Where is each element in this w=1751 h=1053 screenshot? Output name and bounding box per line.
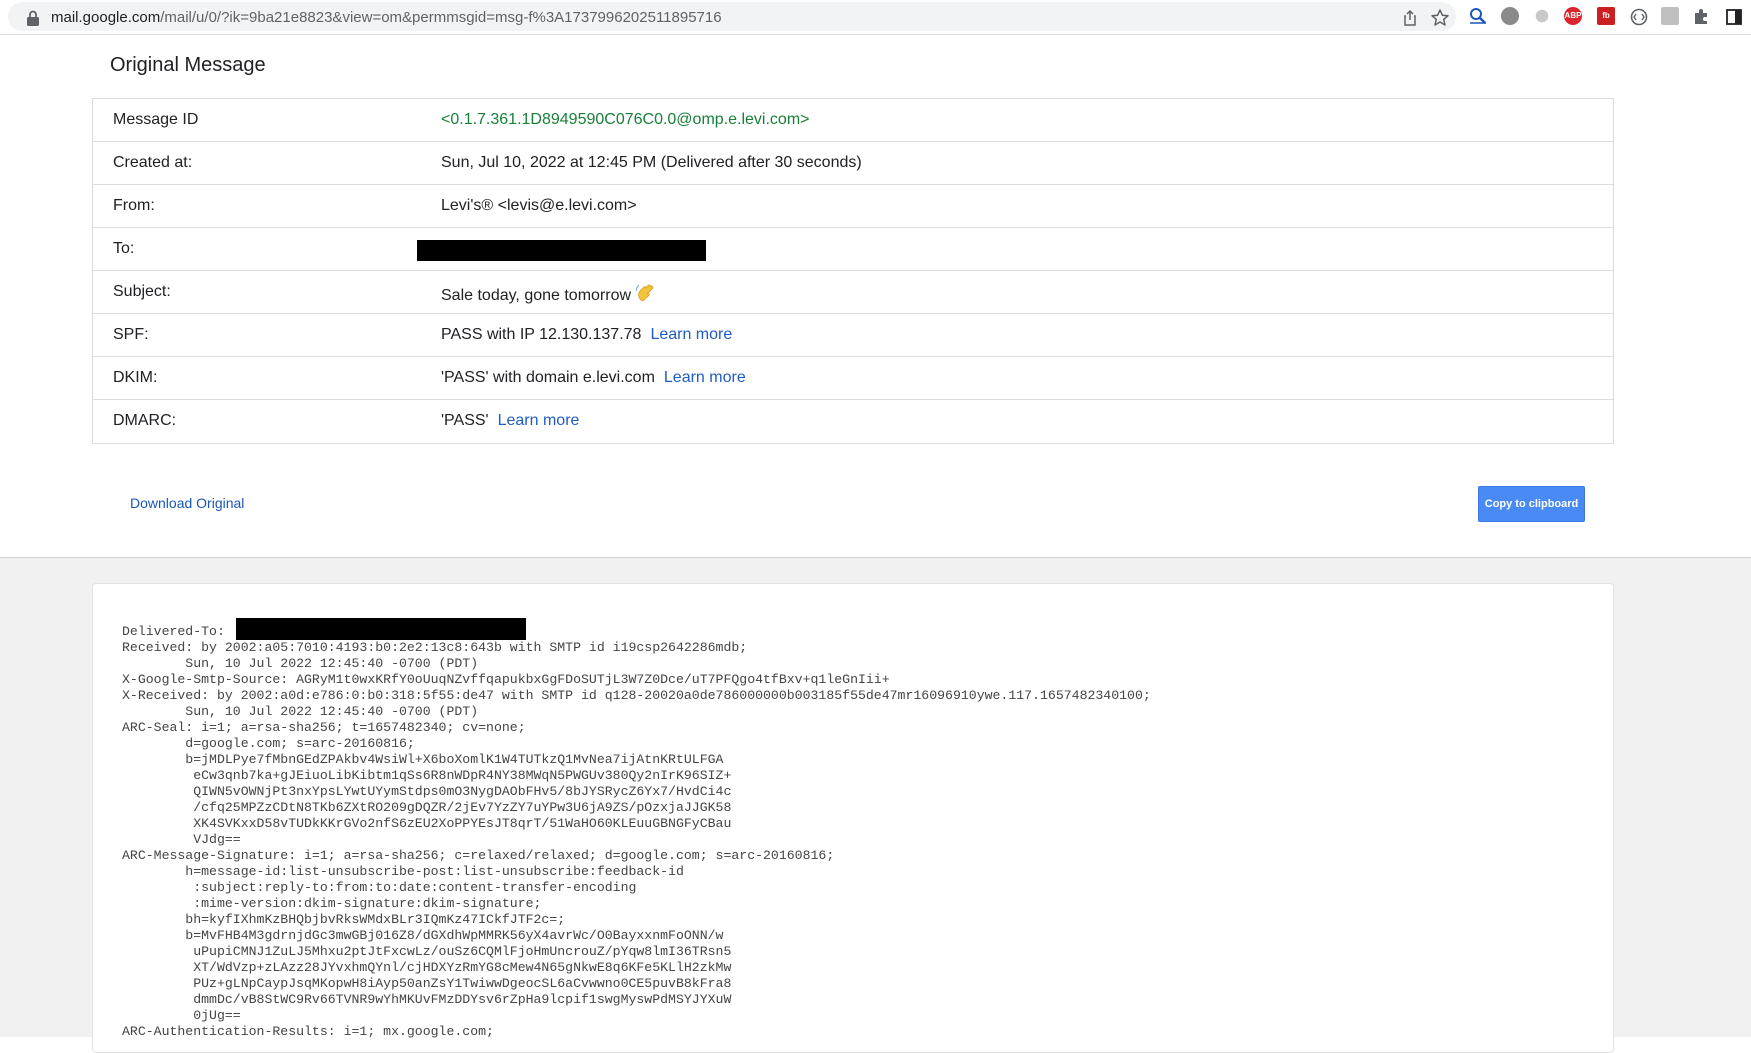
raw-source-line: eCw3qnb7ka+gJEiuoLibKibtm1qSs6R8nWDpR4NY… — [122, 768, 732, 783]
dkim-label: DKIM: — [113, 369, 158, 386]
subject-text: Sale today, gone tomorrow — [441, 287, 632, 304]
star-icon[interactable] — [1430, 8, 1450, 28]
extension-icon[interactable] — [1661, 7, 1679, 25]
raw-source-line: ARC-Authentication-Results: i=1; mx.goog… — [122, 1024, 494, 1039]
raw-source-line: bh=kyfIXhmKzBHQbjbvRksWMdxBLr3IQmKz47ICk… — [122, 912, 566, 927]
extension-icon[interactable] — [1535, 9, 1549, 23]
created-value: Sun, Jul 10, 2022 at 12:45 PM (Delivered… — [441, 154, 862, 171]
share-icon[interactable] — [1400, 8, 1420, 28]
raw-source-line: X-Google-Smtp-Source: AGRyM1t0wxKRfY0oUu… — [122, 672, 890, 687]
message-id-value: <0.1.7.361.1D8949590C076C0.0@omp.e.levi.… — [441, 111, 810, 128]
created-label: Created at: — [113, 154, 193, 171]
raw-source-line: Sun, 10 Jul 2022 12:45:40 -0700 (PDT) — [122, 656, 479, 671]
raw-source-line: VJdg== — [122, 832, 241, 847]
spf-value-group: PASS with IP 12.130.137.78 Learn more — [441, 326, 732, 344]
raw-source-line: XK4SVKxxD58vTUDkKKrGVo2nfS6zEU2XoPPYEsJT… — [122, 816, 732, 831]
from-row: From: Levi's® <levis@e.levi.com> — [93, 185, 1613, 228]
raw-source-text[interactable]: Delivered-To: Received: by 2002:a05:7010… — [122, 624, 1602, 1040]
url-text[interactable]: mail.google.com/mail/u/0/?ik=9ba21e8823&… — [51, 9, 722, 26]
subject-label: Subject: — [113, 283, 171, 300]
dmarc-learn-more-link[interactable]: Learn more — [498, 412, 580, 429]
raw-source-line: d=google.com; s=arc-20160816; — [122, 736, 415, 751]
raw-source-line: ARC-Seal: i=1; a=rsa-sha256; t=165748234… — [122, 720, 526, 735]
raw-source-line: :subject:reply-to:from:to:date:content-t… — [122, 880, 637, 895]
message-id-label: Message ID — [113, 111, 199, 128]
dkim-value-group: 'PASS' with domain e.levi.com Learn more — [441, 369, 746, 387]
to-row: To: — [93, 228, 1613, 271]
raw-source-line: Sun, 10 Jul 2022 12:45:40 -0700 (PDT) — [122, 704, 479, 719]
subject-value: Sale today, gone tomorrow — [441, 283, 655, 305]
raw-source-line: b=MvFHB4M3gdrnjdGc3mwGBj016Z8/dGXdhWpMMR… — [122, 928, 724, 943]
page-title: Original Message — [110, 54, 266, 76]
spf-learn-more-link[interactable]: Learn more — [650, 326, 732, 343]
from-value: Levi's® <levis@e.levi.com> — [441, 197, 637, 214]
spf-row: SPF: PASS with IP 12.130.137.78 Learn mor… — [93, 314, 1613, 357]
redacted-recipient — [417, 240, 706, 261]
spf-label: SPF: — [113, 326, 149, 343]
raw-source-line: ARC-Message-Signature: i=1; a=rsa-sha256… — [122, 848, 835, 863]
raw-source-line: X-Received: by 2002:a0d:e786:0:b0:318:5f… — [122, 688, 1151, 703]
adblock-icon[interactable]: ABP — [1564, 7, 1582, 25]
copy-to-clipboard-button[interactable]: Copy to clipboard — [1478, 486, 1585, 522]
spf-value: PASS with IP 12.130.137.78 — [441, 326, 642, 343]
raw-source-line: /cfq25MPZzCDtN8TKb6ZXtRO209gDQZR/2jEv7Yz… — [122, 800, 732, 815]
browser-toolbar: mail.google.com/mail/u/0/?ik=9ba21e8823&… — [0, 0, 1751, 35]
waving-hand-icon — [635, 284, 654, 301]
raw-source-line: b=jMDLPye7fMbnGEdZPAkbv4WsiWl+X6boXomlK1… — [122, 752, 724, 767]
raw-source-line: h=message-id:list-unsubscribe-post:list-… — [122, 864, 684, 879]
message-id-row: Message ID <0.1.7.361.1D8949590C076C0.0@… — [93, 99, 1613, 142]
download-original-link[interactable]: Download Original — [130, 495, 244, 511]
raw-source-line: QIWN5vOWNjPt3nxYpsLYwtUYymStdps0mO3NygDA… — [122, 784, 732, 799]
message-header-table: Message ID <0.1.7.361.1D8949590C076C0.0@… — [92, 98, 1614, 444]
dmarc-label: DMARC: — [113, 412, 177, 429]
dkim-learn-more-link[interactable]: Learn more — [664, 369, 746, 386]
redacted-delivered-to — [236, 618, 526, 640]
url-host: mail.google.com — [51, 9, 161, 26]
raw-source-line: XT/WdVzp+zLAzz28JYvxhmQYnl/cjHDXYzRmYG8c… — [122, 960, 732, 975]
dmarc-value-group: 'PASS' Learn more — [441, 412, 579, 430]
address-bar[interactable]: mail.google.com/mail/u/0/?ik=9ba21e8823&… — [8, 2, 1456, 31]
extension-icon[interactable] — [1629, 7, 1649, 27]
subject-row: Subject: Sale today, gone tomorrow — [93, 271, 1613, 314]
lock-icon[interactable] — [26, 10, 40, 26]
zoom-extension-icon[interactable] — [1468, 6, 1488, 26]
sidebar-icon[interactable] — [1724, 7, 1744, 27]
url-path: /mail/u/0/?ik=9ba21e8823&view=om&permmsg… — [160, 9, 722, 26]
dkim-row: DKIM: 'PASS' with domain e.levi.com Learn… — [93, 357, 1613, 400]
raw-source-line: :mime-version:dkim-signature:dkim-signat… — [122, 896, 542, 911]
extension-icon[interactable] — [1501, 7, 1519, 25]
puzzle-icon[interactable] — [1692, 7, 1712, 27]
raw-source-line: uPupiCMNJ1ZuLJ5Mhxu2ptJtFxcwLz/ouSz6CQMl… — [122, 944, 732, 959]
dkim-value: 'PASS' with domain e.levi.com — [441, 369, 655, 386]
dmarc-value: 'PASS' — [441, 412, 489, 429]
to-label: To: — [113, 240, 135, 257]
raw-source-line: dmmDc/vB8StWC9Rv66TVNR9wYhMKUvFMzDDYsv6r… — [122, 992, 732, 1007]
raw-source-line: 0jUg== — [122, 1008, 241, 1023]
raw-source-line: Received: by 2002:a05:7010:4193:b0:2e2:1… — [122, 640, 748, 655]
raw-source-line: PUz+gLNpCaypJsqMKopwH8iAyp50anZsY1TwiwwD… — [122, 976, 732, 991]
dmarc-row: DMARC: 'PASS' Learn more — [93, 400, 1613, 443]
extension-icon[interactable]: fb — [1597, 7, 1615, 25]
from-label: From: — [113, 197, 155, 214]
created-row: Created at: Sun, Jul 10, 2022 at 12:45 P… — [93, 142, 1613, 185]
